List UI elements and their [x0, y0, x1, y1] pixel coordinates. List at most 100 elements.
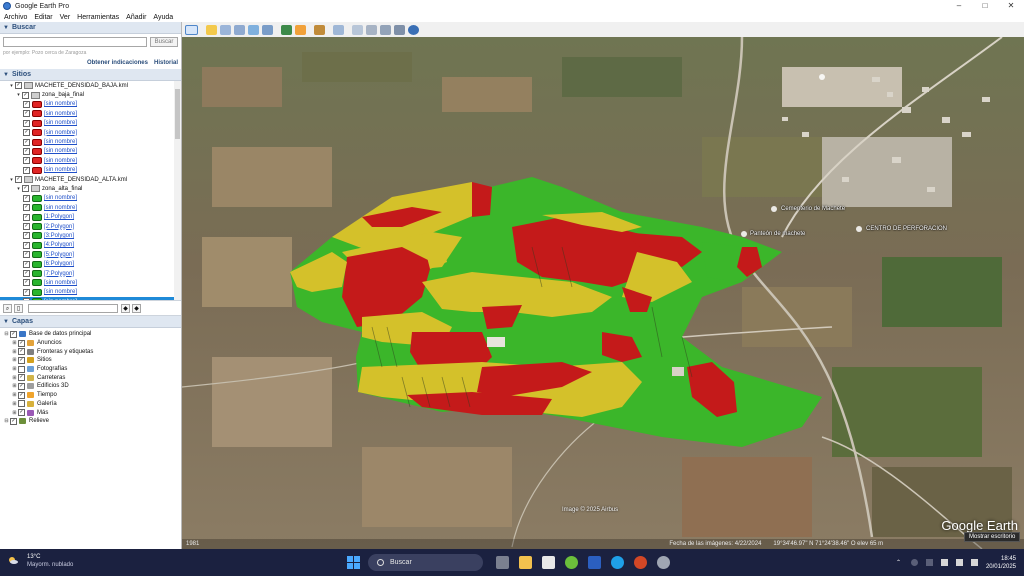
path-icon[interactable]	[234, 24, 245, 35]
places-filter-input[interactable]	[28, 303, 118, 313]
tree-item-label[interactable]: [sin nombre]	[44, 148, 77, 154]
menu-editar[interactable]: Editar	[34, 14, 52, 21]
places-scrollbar[interactable]	[174, 81, 181, 300]
menu-archivo[interactable]: Archivo	[4, 14, 27, 21]
tree-item[interactable]: ▾ ✓ MACHETE_DENSIDAD_ALTA.kml	[0, 175, 181, 184]
save-image-icon[interactable]	[380, 24, 391, 35]
menu-ayuda[interactable]: Ayuda	[153, 14, 173, 21]
google-earth-taskbar-icon[interactable]	[657, 556, 670, 569]
visibility-checkbox[interactable]: ✓	[23, 138, 30, 146]
scrollbar-thumb[interactable]	[175, 89, 180, 139]
overlay-icon[interactable]	[248, 24, 259, 35]
tree-item-label[interactable]: [sin nombre]	[44, 158, 77, 164]
expand-icon[interactable]: ▾	[16, 92, 21, 98]
weather-widget[interactable]: 13°C Mayorm. nublado	[8, 553, 73, 569]
layer-item[interactable]: ⊟ ✓ Relieve	[0, 417, 181, 426]
search-input[interactable]	[3, 37, 147, 47]
directions-link[interactable]: Obtener indicaciones	[87, 60, 148, 66]
record-tour-icon[interactable]	[262, 24, 273, 35]
tree-item[interactable]: ✓ [5:Polygon]	[0, 250, 181, 259]
layer-checkbox[interactable]: ✓	[10, 417, 17, 425]
layer-item[interactable]: ⊞ ✓ Carreteras	[0, 373, 181, 382]
visibility-checkbox[interactable]: ✓	[23, 157, 30, 165]
minimize-button[interactable]: –	[946, 0, 972, 12]
layer-item[interactable]: ⊞ ✓ Fronteras y etiquetas	[0, 347, 181, 356]
visibility-checkbox[interactable]: ✓	[23, 147, 30, 155]
close-button[interactable]: ✕	[998, 0, 1024, 12]
tree-item[interactable]: ✓ [sin nombre]	[0, 128, 181, 137]
expand-icon[interactable]: ▾	[16, 186, 21, 192]
menu-herramientas[interactable]: Herramientas	[77, 14, 119, 21]
taskbar-search[interactable]: Buscar	[368, 554, 483, 571]
visibility-checkbox[interactable]: ✓	[23, 270, 30, 277]
tree-item[interactable]: ✓ [7:Polygon]	[0, 269, 181, 278]
next-icon[interactable]: ◆	[132, 303, 141, 313]
layer-item[interactable]: ⊞ ✓ Edificios 3D	[0, 382, 181, 391]
visibility-checkbox[interactable]: ✓	[23, 110, 30, 118]
keyboard-icon[interactable]	[925, 559, 933, 566]
expand-icon[interactable]: ⊞	[12, 366, 17, 372]
expand-icon[interactable]: ⊟	[4, 418, 9, 424]
email-icon[interactable]	[352, 24, 363, 35]
tree-item-label[interactable]: [sin nombre]	[44, 120, 77, 126]
visibility-checkbox[interactable]: ✓	[15, 82, 22, 90]
layer-checkbox[interactable]: ✓	[18, 382, 25, 390]
visibility-checkbox[interactable]: ✓	[23, 129, 30, 137]
volume-icon[interactable]	[955, 559, 963, 566]
tree-item[interactable]: ✓ [sin nombre]	[0, 296, 181, 300]
tree-item-label[interactable]: [5:Polygon]	[44, 252, 74, 258]
tree-item-label[interactable]: [sin nombre]	[44, 139, 77, 145]
layers-panel-header[interactable]: ▼ Capas	[0, 316, 181, 328]
layer-item[interactable]: ⊟ ✓ Base de datos principal	[0, 330, 181, 339]
visibility-checkbox[interactable]: ✓	[23, 279, 30, 287]
visibility-checkbox[interactable]: ✓	[23, 251, 30, 259]
tray-app-icon[interactable]	[910, 559, 918, 566]
visibility-checkbox[interactable]: ✓	[23, 260, 30, 268]
edge-icon[interactable]	[611, 556, 624, 569]
tree-item[interactable]: ✓ [sin nombre]	[0, 147, 181, 156]
earth-icon[interactable]	[408, 24, 419, 35]
tree-item[interactable]: ✓ [sin nombre]	[0, 166, 181, 175]
tree-item[interactable]: ✓ [sin nombre]	[0, 109, 181, 118]
history-link[interactable]: Historial	[154, 60, 178, 66]
layer-checkbox[interactable]: ✓	[18, 391, 25, 399]
layer-checkbox[interactable]	[18, 365, 25, 373]
layer-checkbox[interactable]: ✓	[18, 348, 25, 356]
ruler-icon[interactable]	[333, 24, 344, 35]
map-label-panteon[interactable]: Panteón de machete	[750, 231, 805, 237]
tree-item[interactable]: ✓ [6:Polygon]	[0, 259, 181, 268]
layer-item[interactable]: ⊞ ✓ Anuncios	[0, 339, 181, 348]
tree-item[interactable]: ✓ [1:Polygon]	[0, 212, 181, 221]
taskbar-clock[interactable]: 18:45 20/01/2025	[986, 555, 1016, 571]
visibility-checkbox[interactable]: ✓	[23, 100, 30, 108]
tree-item[interactable]: ▾ ✓ zona_baja_final	[0, 90, 181, 99]
visibility-checkbox[interactable]: ✓	[23, 119, 30, 127]
placemark-icon[interactable]	[206, 24, 217, 35]
planets-icon[interactable]	[314, 24, 325, 35]
tree-item[interactable]: ✓ [sin nombre]	[0, 278, 181, 287]
layer-item[interactable]: ⊞ Galería	[0, 400, 181, 409]
tree-item-label[interactable]: [sin nombre]	[44, 289, 77, 295]
expand-icon[interactable]: ⊟	[4, 331, 9, 337]
word-icon[interactable]	[588, 556, 601, 569]
tree-item-label[interactable]: [1:Polygon]	[44, 214, 74, 220]
visibility-checkbox[interactable]: ✓	[23, 223, 30, 231]
file-explorer-icon[interactable]	[519, 556, 532, 569]
notepad-icon[interactable]	[542, 556, 555, 569]
visibility-checkbox[interactable]: ✓	[23, 204, 30, 212]
places-panel-header[interactable]: ▼ Sitios	[0, 69, 181, 81]
tree-item[interactable]: ✓ [sin nombre]	[0, 194, 181, 203]
visibility-checkbox[interactable]: ✓	[23, 288, 30, 296]
menu-ver[interactable]: Ver	[60, 14, 71, 21]
layer-checkbox[interactable]: ✓	[18, 374, 25, 382]
start-button[interactable]	[347, 556, 360, 569]
tree-item-label[interactable]: zona_baja_final	[42, 92, 84, 98]
sidebar-toggle-icon[interactable]	[185, 24, 198, 35]
map-label-center[interactable]: CENTRO DE PERFORACION	[866, 226, 947, 232]
tree-item-label[interactable]: [sin nombre]	[44, 280, 77, 286]
menu-anadir[interactable]: Añadir	[126, 14, 146, 21]
expand-icon[interactable]: ⊞	[12, 349, 17, 355]
expand-icon[interactable]: ⊞	[12, 392, 17, 398]
visibility-checkbox[interactable]: ✓	[22, 185, 29, 193]
tree-item-label[interactable]: zona_alta_final	[42, 186, 82, 192]
